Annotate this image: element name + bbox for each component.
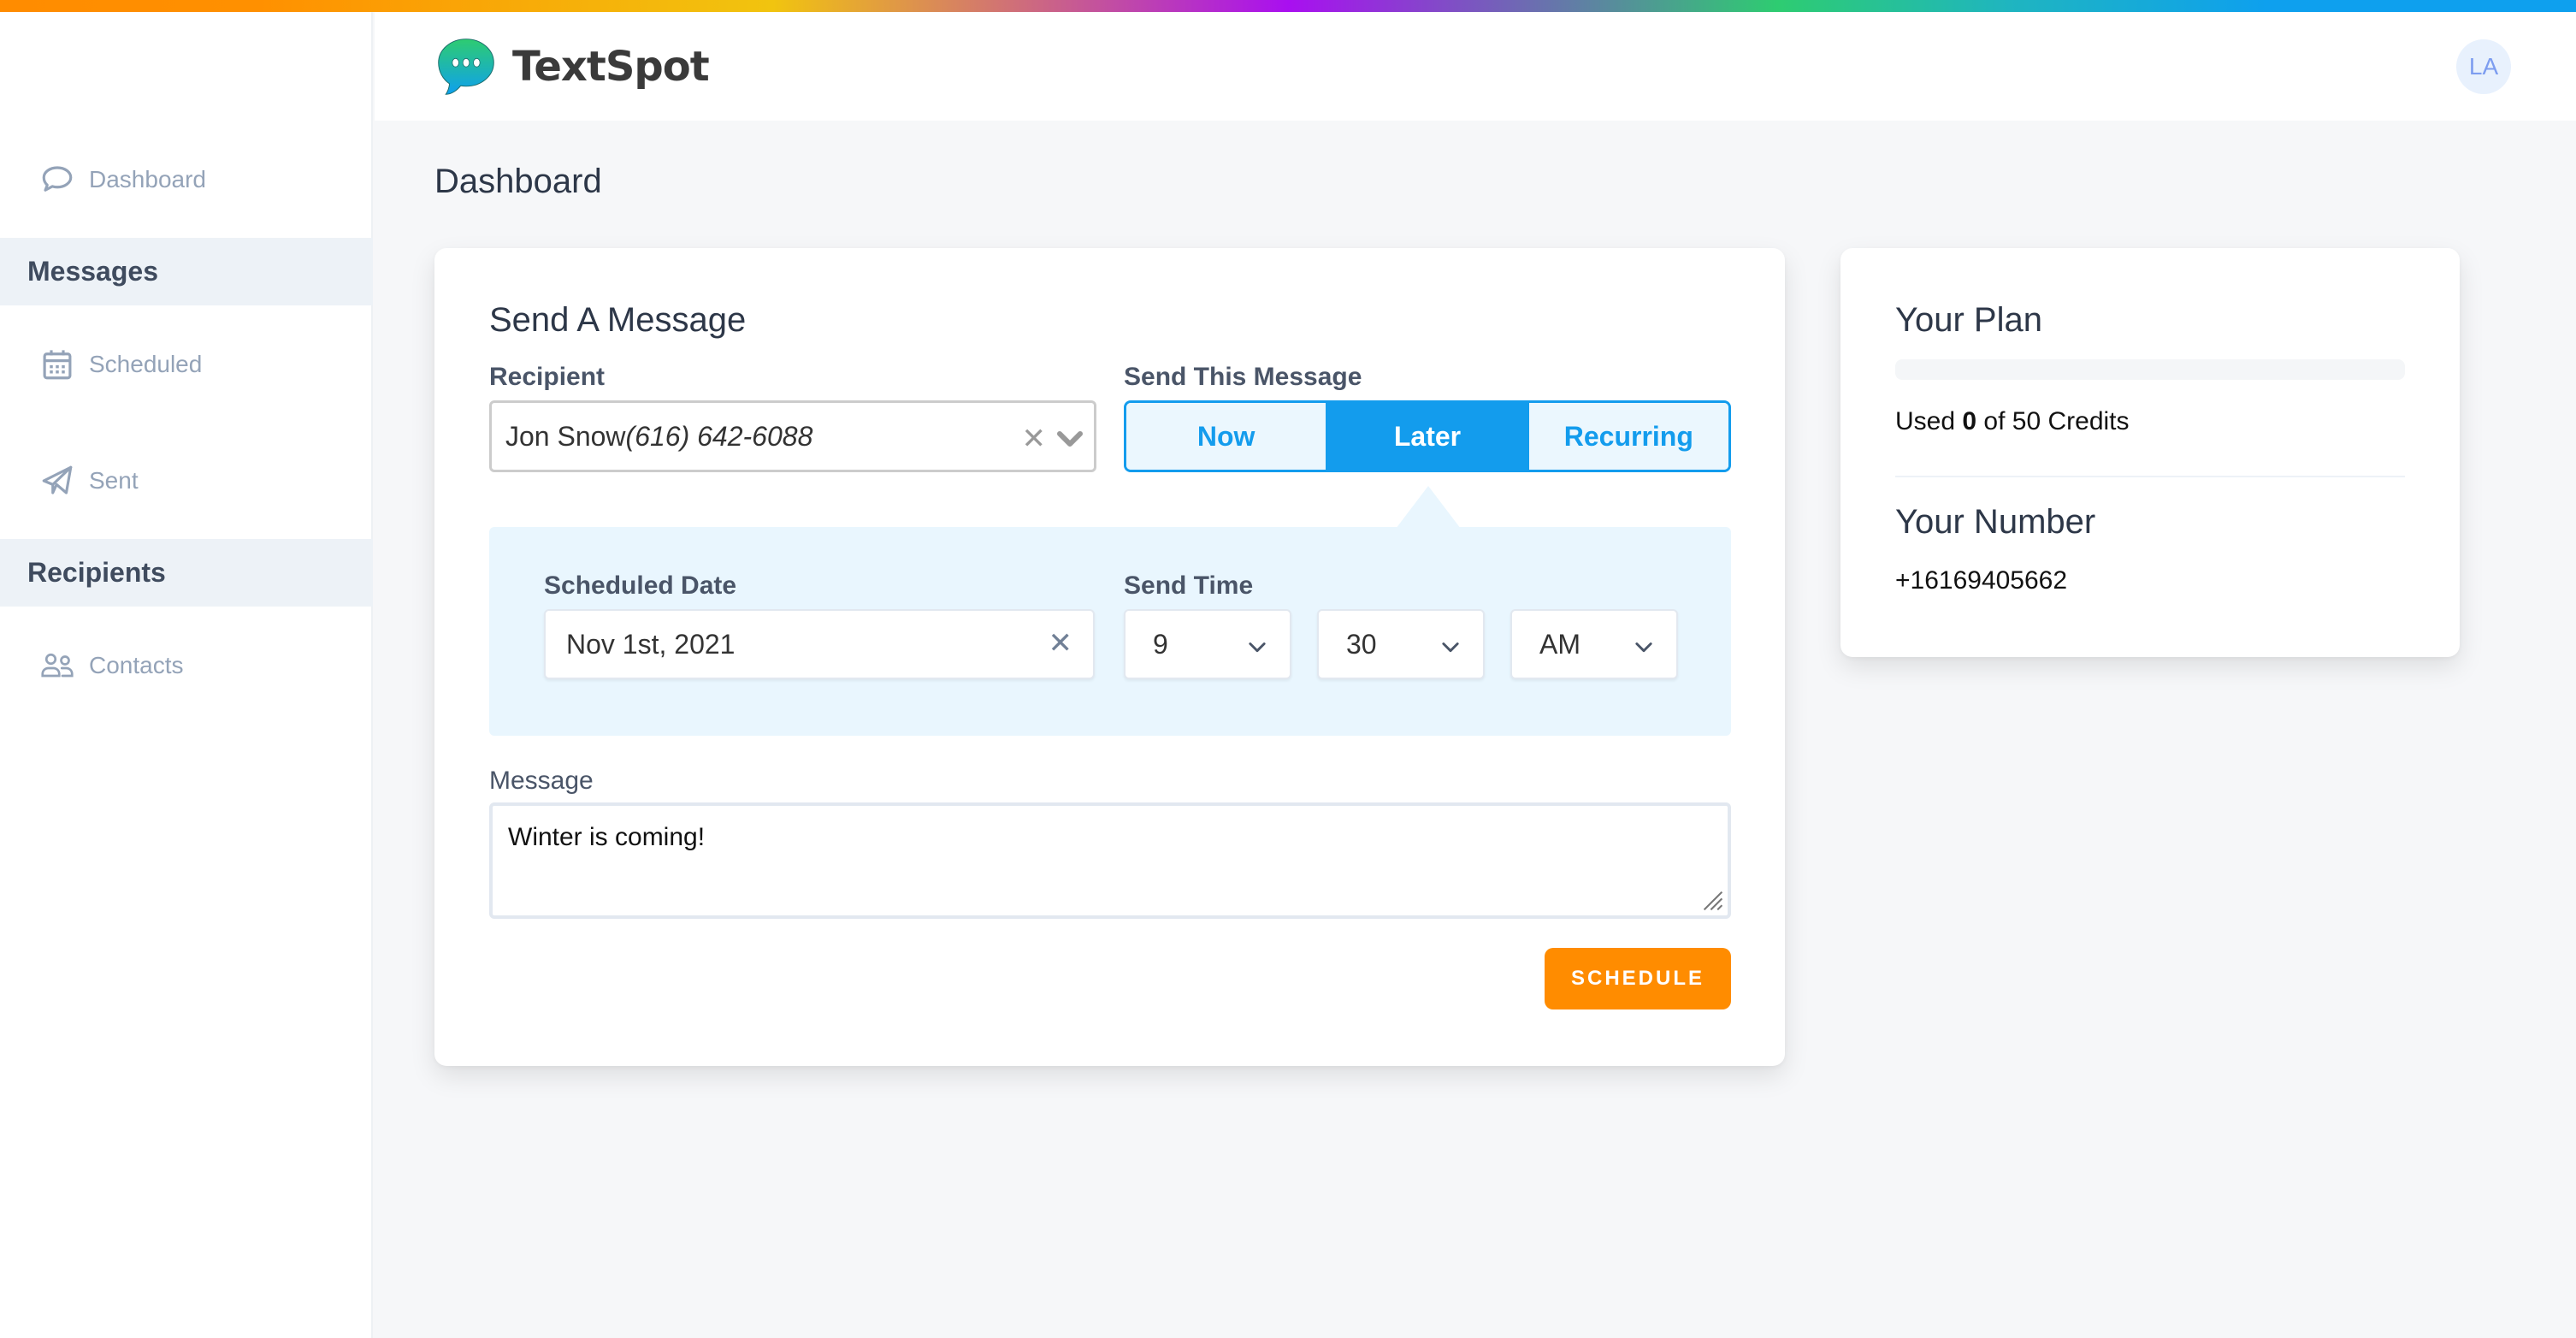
number-title: Your Number bbox=[1895, 503, 2096, 541]
chevron-down-icon bbox=[1635, 642, 1652, 653]
send-mode-label: Send This Message bbox=[1124, 363, 1362, 391]
message-textarea[interactable]: Winter is coming! bbox=[489, 802, 1731, 919]
sidebar-section-label: Messages bbox=[27, 256, 158, 287]
credits-progress-bar bbox=[1895, 359, 2405, 380]
hour-value: 9 bbox=[1153, 628, 1168, 660]
sidebar-item-sent[interactable]: Sent bbox=[0, 455, 373, 506]
meridiem-select[interactable]: AM bbox=[1510, 609, 1678, 679]
send-mode-segmented-control: Now Later Recurring bbox=[1124, 400, 1731, 472]
chat-bubble-icon bbox=[42, 166, 73, 192]
plan-divider bbox=[1895, 476, 2405, 477]
message-text: Winter is coming! bbox=[508, 823, 706, 851]
scheduled-date-value: Nov 1st, 2021 bbox=[566, 628, 736, 660]
clear-recipient-icon[interactable]: ✕ bbox=[1022, 422, 1047, 456]
calendar-icon bbox=[43, 350, 72, 380]
users-icon bbox=[41, 653, 74, 678]
panel-pointer bbox=[1396, 486, 1461, 529]
resize-handle-icon[interactable] bbox=[1702, 890, 1724, 912]
paper-plane-icon bbox=[42, 465, 73, 494]
meridiem-value: AM bbox=[1539, 628, 1580, 660]
brand-logo[interactable]: TextSpot bbox=[434, 34, 710, 99]
plan-card: Your Plan Used 0 of 50 Credits Your Numb… bbox=[1840, 248, 2460, 657]
chat-logo-icon bbox=[438, 38, 494, 95]
card-title: Send A Message bbox=[489, 301, 747, 339]
usage-used-count: 0 bbox=[1962, 407, 1977, 435]
sidebar-item-dashboard[interactable]: Dashboard bbox=[0, 154, 373, 205]
message-label: Message bbox=[489, 767, 594, 795]
phone-number: +16169405662 bbox=[1895, 566, 2068, 595]
page-title: Dashboard bbox=[434, 163, 602, 200]
schedule-button[interactable]: SCHEDULE bbox=[1545, 948, 1731, 1009]
send-mode-later-button[interactable]: Later bbox=[1326, 403, 1527, 470]
schedule-panel: Scheduled Date Nov 1st, 2021 ✕ Send Time… bbox=[489, 527, 1731, 736]
scheduled-date-label: Scheduled Date bbox=[544, 571, 737, 600]
chevron-down-icon[interactable] bbox=[1055, 423, 1085, 454]
send-message-card: Send A Message Recipient Jon Snow (616) … bbox=[434, 248, 1785, 1066]
scheduled-date-input[interactable]: Nov 1st, 2021 ✕ bbox=[544, 609, 1095, 679]
chevron-down-icon bbox=[1249, 642, 1266, 653]
recipient-select[interactable]: Jon Snow (616) 642-6088 ✕ bbox=[489, 400, 1096, 472]
top-header: TextSpot LA bbox=[375, 12, 2576, 121]
sidebar-section-messages: Messages bbox=[0, 238, 373, 305]
recipient-name: Jon Snow bbox=[505, 420, 626, 452]
sidebar-item-label: Dashboard bbox=[89, 166, 206, 192]
minute-select[interactable]: 30 bbox=[1317, 609, 1485, 679]
chevron-down-icon bbox=[1442, 642, 1459, 653]
plan-title: Your Plan bbox=[1895, 301, 2042, 339]
minute-value: 30 bbox=[1346, 628, 1377, 660]
sidebar-item-scheduled[interactable]: Scheduled bbox=[0, 339, 373, 390]
usage-suffix: of 50 Credits bbox=[1983, 407, 2130, 435]
sidebar-item-label: Scheduled bbox=[89, 351, 203, 377]
sidebar-section-label: Recipients bbox=[27, 557, 166, 588]
user-avatar[interactable]: LA bbox=[2456, 39, 2511, 94]
sidebar-item-contacts[interactable]: Contacts bbox=[0, 640, 373, 691]
send-mode-recurring-button[interactable]: Recurring bbox=[1527, 403, 1728, 470]
credits-usage-text: Used 0 of 50 Credits bbox=[1895, 407, 2130, 436]
sidebar-item-label: Contacts bbox=[89, 652, 184, 678]
hour-select[interactable]: 9 bbox=[1124, 609, 1291, 679]
brand-name: TextSpot bbox=[512, 43, 710, 91]
recipient-label: Recipient bbox=[489, 363, 606, 391]
recipient-phone: (616) 642-6088 bbox=[625, 420, 813, 452]
usage-prefix: Used bbox=[1895, 407, 1956, 435]
clear-date-icon[interactable]: ✕ bbox=[1049, 626, 1073, 660]
sidebar-section-recipients: Recipients bbox=[0, 539, 373, 607]
sidebar-item-label: Sent bbox=[89, 467, 139, 494]
send-mode-now-button[interactable]: Now bbox=[1126, 403, 1326, 470]
brand-gradient-bar bbox=[0, 0, 2576, 12]
send-time-label: Send Time bbox=[1124, 571, 1254, 600]
